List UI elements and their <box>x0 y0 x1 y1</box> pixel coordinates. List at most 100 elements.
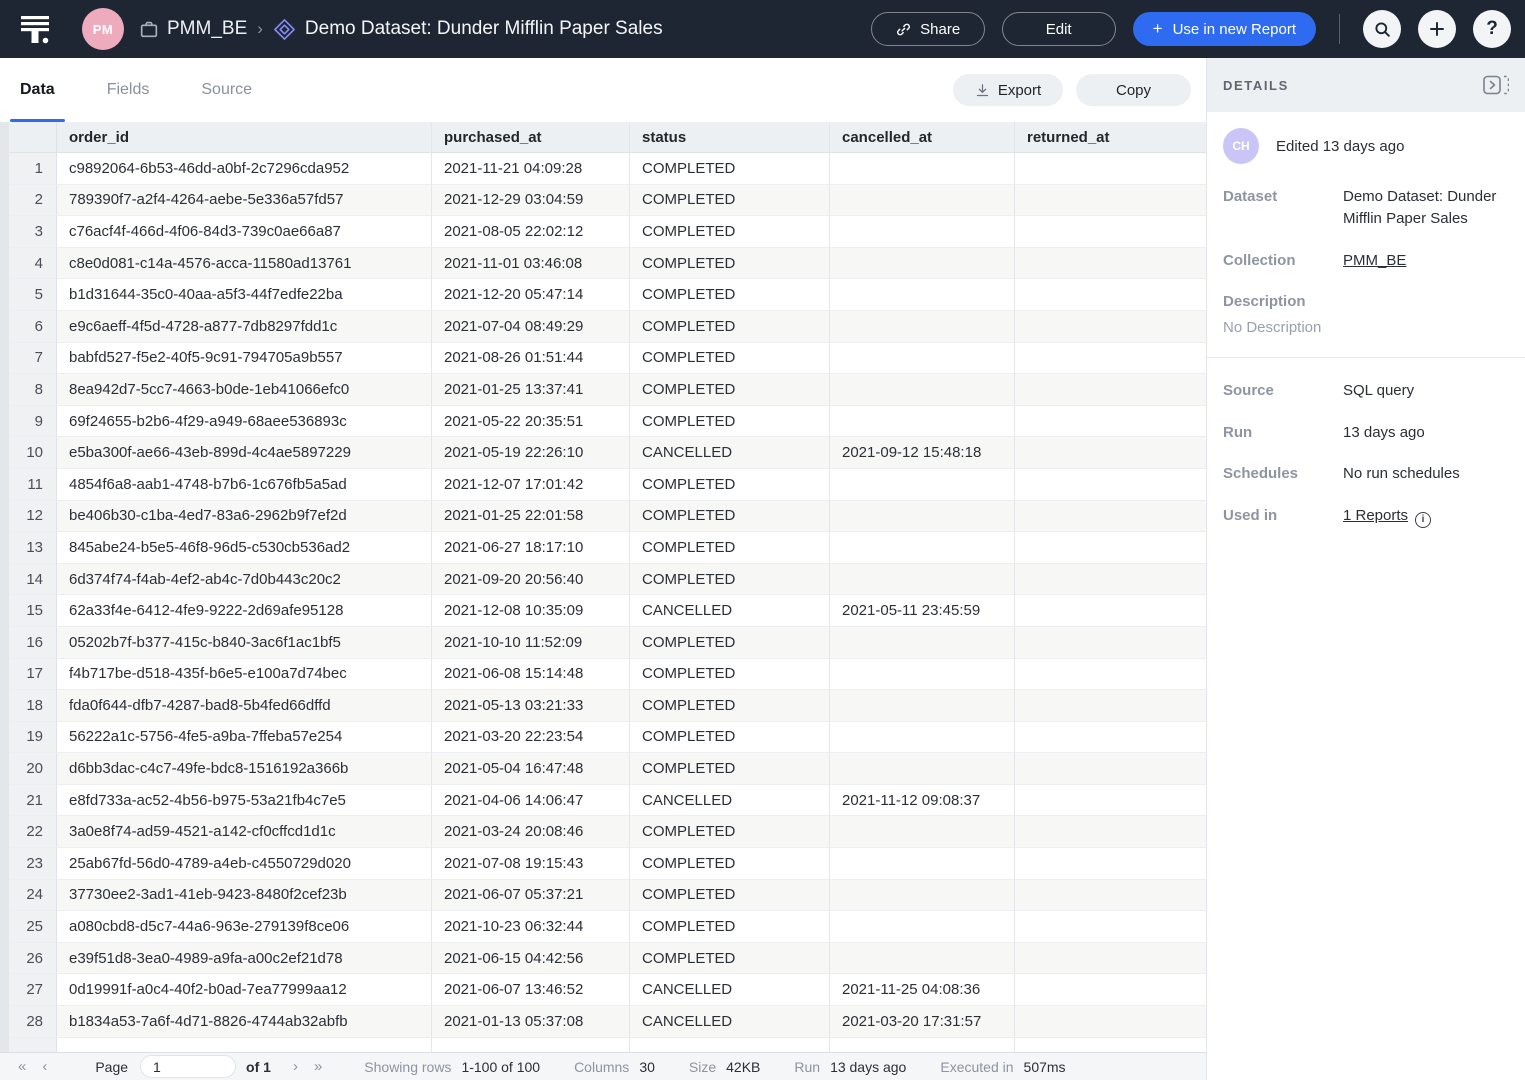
cell-status[interactable]: CANCELLED <box>630 595 830 627</box>
cell-purchased-at[interactable]: 2021-07-04 08:49:29 <box>432 311 630 343</box>
cell-returned-at[interactable] <box>1015 216 1206 248</box>
cell-order-id[interactable]: c76acf4f-466d-4f06-84d3-739c0ae66a87 <box>57 216 432 248</box>
first-page-button[interactable]: « <box>10 1058 34 1075</box>
cell-purchased-at[interactable]: 2021-11-01 03:46:08 <box>432 248 630 280</box>
cell-cancelled-at[interactable]: 2021-11-12 09:08:37 <box>830 785 1015 817</box>
cell-cancelled-at[interactable] <box>830 911 1015 943</box>
cell-cancelled-at[interactable] <box>830 690 1015 722</box>
cell-cancelled-at[interactable] <box>830 248 1015 280</box>
cell-cancelled-at[interactable] <box>830 469 1015 501</box>
tab-source[interactable]: Source <box>199 58 254 122</box>
cell-returned-at[interactable] <box>1015 185 1206 217</box>
cell-returned-at[interactable] <box>1015 816 1206 848</box>
cell-cancelled-at[interactable]: 2021-09-12 15:48:18 <box>830 437 1015 469</box>
collection-link[interactable]: PMM_BE <box>1343 250 1406 272</box>
cell-status[interactable]: CANCELLED <box>630 785 830 817</box>
cell-order-id[interactable]: c8e0d081-c14a-4576-acca-11580ad13761 <box>57 248 432 280</box>
cell-returned-at[interactable] <box>1015 722 1206 754</box>
cell-returned-at[interactable] <box>1015 469 1206 501</box>
cell-status[interactable]: COMPLETED <box>630 248 830 280</box>
cell-purchased-at[interactable]: 2021-05-22 20:35:51 <box>432 406 630 438</box>
cell-status[interactable]: COMPLETED <box>630 311 830 343</box>
cell-cancelled-at[interactable] <box>830 1038 1015 1052</box>
cell-cancelled-at[interactable]: 2021-11-25 04:08:36 <box>830 974 1015 1006</box>
cell-purchased-at[interactable]: 2021-05-13 03:21:33 <box>432 690 630 722</box>
cell-order-id[interactable]: 69f24655-b2b6-4f29-a949-68aee536893c <box>57 406 432 438</box>
cell-status[interactable]: COMPLETED <box>630 216 830 248</box>
cell-purchased-at[interactable]: 2021-04-06 14:06:47 <box>432 785 630 817</box>
cell-cancelled-at[interactable] <box>830 627 1015 659</box>
cell-returned-at[interactable] <box>1015 406 1206 438</box>
cell-status[interactable]: COMPLETED <box>630 406 830 438</box>
tab-data[interactable]: Data <box>18 58 57 122</box>
cell-order-id[interactable]: 25ab67fd-56d0-4789-a4eb-c4550729d020 <box>57 848 432 880</box>
cell-status[interactable]: COMPLETED <box>630 501 830 533</box>
cell-cancelled-at[interactable] <box>830 153 1015 185</box>
cell-status[interactable]: COMPLETED <box>630 279 830 311</box>
cell-purchased-at[interactable]: 2021-12-08 10:35:09 <box>432 595 630 627</box>
cell-cancelled-at[interactable] <box>830 501 1015 533</box>
cell-purchased-at[interactable]: 2021-11-21 04:09:28 <box>432 153 630 185</box>
cell-order-id[interactable]: b1834a53-7a6f-4d71-8826-4744ab32abfb <box>57 1006 432 1038</box>
cell-returned-at[interactable] <box>1015 153 1206 185</box>
cell-order-id[interactable]: f4b717be-d518-435f-b6e5-e100a7d74bec <box>57 659 432 691</box>
help-button[interactable]: ? <box>1473 10 1511 48</box>
cell-purchased-at[interactable]: 2021-06-08 15:14:48 <box>432 659 630 691</box>
cell-cancelled-at[interactable] <box>830 374 1015 406</box>
cell-purchased-at[interactable]: 2021-12-20 05:47:14 <box>432 279 630 311</box>
cell-returned-at[interactable] <box>1015 279 1206 311</box>
cell-order-id[interactable]: 845abe24-b5e5-46f8-96d5-c530cb536ad2 <box>57 532 432 564</box>
cell-cancelled-at[interactable] <box>830 532 1015 564</box>
last-page-button[interactable]: » <box>306 1058 330 1075</box>
cell-returned-at[interactable] <box>1015 501 1206 533</box>
cell-purchased-at[interactable]: 2021-05-19 22:26:10 <box>432 437 630 469</box>
cell-cancelled-at[interactable] <box>830 216 1015 248</box>
vertical-scrollbar[interactable] <box>0 122 9 1052</box>
cell-purchased-at[interactable]: 2021-08-26 01:51:44 <box>432 343 630 375</box>
cell-returned-at[interactable] <box>1015 690 1206 722</box>
cell-order-id[interactable]: e9c6aeff-4f5d-4728-a877-7db8297fdd1c <box>57 311 432 343</box>
cell-status[interactable]: COMPLETED <box>630 343 830 375</box>
cell-purchased-at[interactable]: 2021-01-25 13:37:41 <box>432 374 630 406</box>
cell-order-id[interactable]: be406b30-c1ba-4ed7-83a6-2962b9f7ef2d <box>57 501 432 533</box>
cell-purchased-at[interactable]: 2021-07-08 19:15:43 <box>432 848 630 880</box>
cell-order-id[interactable]: fda0f644-dfb7-4287-bad8-5b4fed66dffd <box>57 690 432 722</box>
cell-order-id[interactable]: c9892064-6b53-46dd-a0bf-2c7296cda952 <box>57 153 432 185</box>
cell-order-id[interactable]: e5ba300f-ae66-43eb-899d-4c4ae5897229 <box>57 437 432 469</box>
info-icon[interactable]: i <box>1415 512 1431 528</box>
reports-link[interactable]: 1 Reports <box>1343 507 1408 524</box>
page-input[interactable] <box>140 1055 236 1078</box>
cell-cancelled-at[interactable] <box>830 816 1015 848</box>
cell-returned-at[interactable] <box>1015 532 1206 564</box>
cell-status[interactable]: COMPLETED <box>630 816 830 848</box>
cell-cancelled-at[interactable] <box>830 564 1015 596</box>
edit-button[interactable]: Edit <box>1002 12 1116 46</box>
cell-purchased-at[interactable]: 2021-12-07 17:01:42 <box>432 469 630 501</box>
next-page-button[interactable]: › <box>285 1058 306 1075</box>
collapse-panel-button[interactable] <box>1483 75 1509 95</box>
add-button[interactable] <box>1418 10 1456 48</box>
cell-purchased-at[interactable]: 2021-06-15 04:42:56 <box>432 943 630 975</box>
tab-fields[interactable]: Fields <box>105 58 152 122</box>
cell-purchased-at[interactable]: 2021-10-10 11:52:09 <box>432 627 630 659</box>
cell-purchased-at[interactable] <box>432 1038 630 1052</box>
cell-purchased-at[interactable]: 2021-03-20 22:23:54 <box>432 722 630 754</box>
cell-status[interactable]: COMPLETED <box>630 659 830 691</box>
cell-returned-at[interactable] <box>1015 311 1206 343</box>
cell-order-id[interactable]: e8fd733a-ac52-4b56-b975-53a21fb4c7e5 <box>57 785 432 817</box>
cell-cancelled-at[interactable] <box>830 848 1015 880</box>
cell-cancelled-at[interactable]: 2021-05-11 23:45:59 <box>830 595 1015 627</box>
cell-returned-at[interactable] <box>1015 564 1206 596</box>
cell-returned-at[interactable] <box>1015 374 1206 406</box>
cell-status[interactable] <box>630 1038 830 1052</box>
cell-order-id[interactable]: 789390f7-a2f4-4264-aebe-5e336a57fd57 <box>57 185 432 217</box>
column-header-purchased-at[interactable]: purchased_at <box>432 122 630 153</box>
cell-order-id[interactable]: a080cbd8-d5c7-44a6-963e-279139f8ce06 <box>57 911 432 943</box>
cell-order-id[interactable]: 6d374f74-f4ab-4ef2-ab4c-7d0b443c20c2 <box>57 564 432 596</box>
cell-status[interactable]: COMPLETED <box>630 943 830 975</box>
share-button[interactable]: Share <box>871 12 985 46</box>
cell-cancelled-at[interactable] <box>830 343 1015 375</box>
cell-status[interactable]: COMPLETED <box>630 185 830 217</box>
cell-purchased-at[interactable]: 2021-12-29 03:04:59 <box>432 185 630 217</box>
copy-button[interactable]: Copy <box>1076 74 1191 106</box>
